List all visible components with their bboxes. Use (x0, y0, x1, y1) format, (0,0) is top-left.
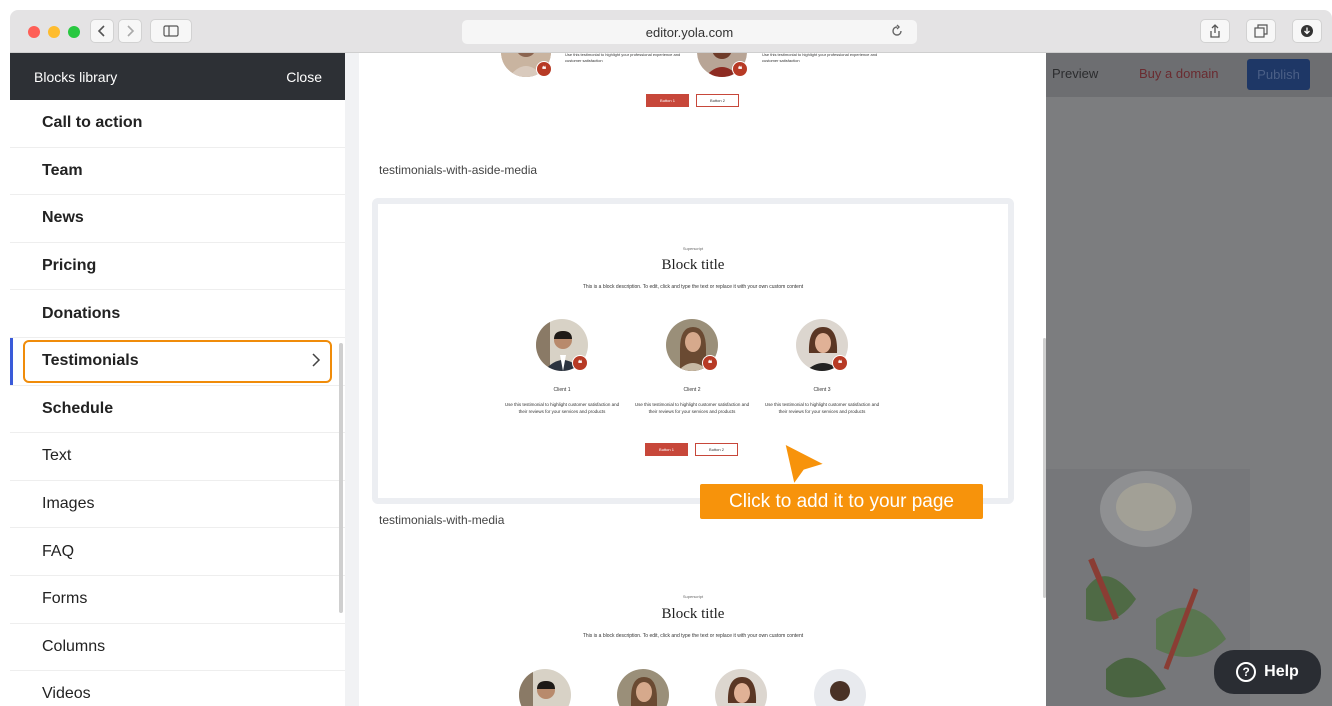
block-superscript: Superscript (682, 246, 704, 251)
client-avatar (814, 669, 866, 706)
download-icon (1301, 25, 1313, 37)
block-description: This is a block description. To edit, cl… (582, 284, 804, 290)
blocks-library-panel: Blocks library Close Call to action Team… (10, 53, 345, 706)
person-photo-icon (814, 669, 866, 706)
sidebar-item-donations[interactable]: Donations (10, 290, 345, 338)
panel-title: Blocks library (34, 68, 118, 85)
client-1-name: Client 1 (553, 387, 571, 393)
buy-domain-button[interactable]: Buy a domain (1139, 66, 1219, 81)
sidebar-item-team[interactable]: Team (10, 148, 345, 196)
forward-button[interactable] (118, 19, 142, 43)
block-description: This is a block description. To edit, cl… (582, 633, 804, 639)
sidebar-scrollbar[interactable] (339, 343, 343, 613)
sidebar-item-label: Donations (42, 304, 121, 322)
client-3-name: Client 3 (813, 387, 831, 393)
tabs-button[interactable] (1246, 19, 1276, 43)
sidebar-item-label: News (42, 209, 84, 227)
client-1-text: Use this testimonial to highlight custom… (504, 402, 620, 414)
panel-divider (345, 53, 359, 706)
help-label: Help (1264, 663, 1299, 680)
person-photo-icon (519, 669, 571, 706)
reload-icon[interactable] (889, 23, 905, 39)
sidebar-item-schedule[interactable]: Schedule (10, 386, 345, 434)
sidebar-item-call-to-action[interactable]: Call to action (10, 100, 345, 148)
share-icon (1210, 24, 1220, 38)
button-1-preview: Button 1 (645, 443, 688, 456)
button-2-preview: Button 2 (696, 94, 739, 107)
chevron-left-icon (97, 25, 105, 37)
person-photo-icon (715, 669, 767, 706)
button-1-preview: Button 1 (646, 94, 689, 107)
person-photo-icon (617, 669, 669, 706)
sidebar-item-label: Columns (42, 637, 106, 655)
sidebar-item-testimonials[interactable]: Testimonials (10, 337, 345, 386)
block-title: Block title (661, 606, 725, 622)
quote-badge-icon: ❝ (702, 355, 718, 371)
block-title: Block title (661, 257, 725, 273)
sidebar-item-label: FAQ (42, 542, 75, 560)
client-avatar (715, 669, 767, 706)
testimonial-text: Use this testimonial to highlight your p… (762, 53, 878, 63)
client-avatar (617, 669, 669, 706)
chevron-right-icon (127, 25, 135, 37)
testimonials-with-aside-media-block[interactable]: Superscript Block title This is a block … (372, 198, 1014, 504)
sidebar-item-label: Pricing (42, 257, 97, 275)
sidebar-item-label: Forms (42, 590, 88, 608)
sidebar-item-columns[interactable]: Columns (10, 624, 345, 672)
sidebar-item-images[interactable]: Images (10, 481, 345, 529)
testimonial-text: Use this testimonial to highlight your p… (565, 53, 681, 63)
highlight-outline (23, 339, 332, 383)
blocks-library-header: Blocks library Close (10, 53, 345, 100)
quote-badge-icon: ❝ (732, 61, 748, 77)
close-panel-button[interactable]: Close (286, 69, 322, 85)
maximize-window-button[interactable] (68, 26, 80, 38)
sidebar-item-label: Images (42, 495, 95, 513)
editor-canvas-overlay: Preview Buy a domain Publish (1046, 53, 1332, 706)
sidebar-toggle-button[interactable] (150, 19, 192, 43)
sidebar-item-label: Call to action (42, 114, 143, 132)
quote-badge-icon: ❝ (832, 355, 848, 371)
close-window-button[interactable] (28, 26, 40, 38)
back-button[interactable] (90, 19, 114, 43)
tabs-icon (1254, 24, 1268, 38)
preview-button[interactable]: Preview (1052, 66, 1098, 81)
client-3-text: Use this testimonial to highlight custom… (764, 402, 880, 414)
sidebar-item-text[interactable]: Text (10, 433, 345, 481)
client-2-text: Use this testimonial to highlight custom… (634, 402, 750, 414)
chevron-right-icon (312, 353, 321, 367)
button-2-preview: Button 2 (695, 443, 738, 456)
sidebar-item-label: Text (42, 447, 72, 465)
address-bar[interactable]: editor.yola.com (462, 20, 917, 44)
publish-button[interactable]: Publish (1247, 59, 1310, 90)
sidebar-item-label: Videos (42, 685, 91, 703)
sidebar-item-news[interactable]: News (10, 195, 345, 243)
cursor-pointer-icon (784, 443, 826, 486)
block-preview-list[interactable]: ❝ Use this testimonial to highlight your… (359, 53, 1046, 706)
quote-badge-icon: ❝ (572, 355, 588, 371)
url-text: editor.yola.com (645, 24, 734, 40)
block-superscript: Superscript (682, 594, 704, 599)
add-block-tooltip: Click to add it to your page (700, 484, 983, 519)
question-icon: ? (1236, 662, 1257, 682)
sidebar-icon (163, 25, 179, 37)
share-button[interactable] (1200, 19, 1230, 43)
client-avatar (519, 669, 571, 706)
sidebar-item-label: Schedule (42, 399, 114, 417)
sidebar-item-faq[interactable]: FAQ (10, 528, 345, 576)
quote-badge-icon: ❝ (536, 61, 552, 77)
block-caption: testimonials-with-media (379, 513, 505, 527)
sidebar-item-pricing[interactable]: Pricing (10, 243, 345, 291)
sidebar-item-label: Team (42, 161, 83, 179)
help-button[interactable]: ? Help (1214, 650, 1321, 694)
client-2-name: Client 2 (683, 387, 701, 393)
sidebar-item-videos[interactable]: Videos (10, 671, 345, 706)
minimize-window-button[interactable] (48, 26, 60, 38)
browser-toolbar: editor.yola.com (10, 10, 1332, 53)
sidebar-item-forms[interactable]: Forms (10, 576, 345, 624)
block-caption: testimonials-with-aside-media (379, 163, 538, 177)
downloads-button[interactable] (1292, 19, 1322, 43)
